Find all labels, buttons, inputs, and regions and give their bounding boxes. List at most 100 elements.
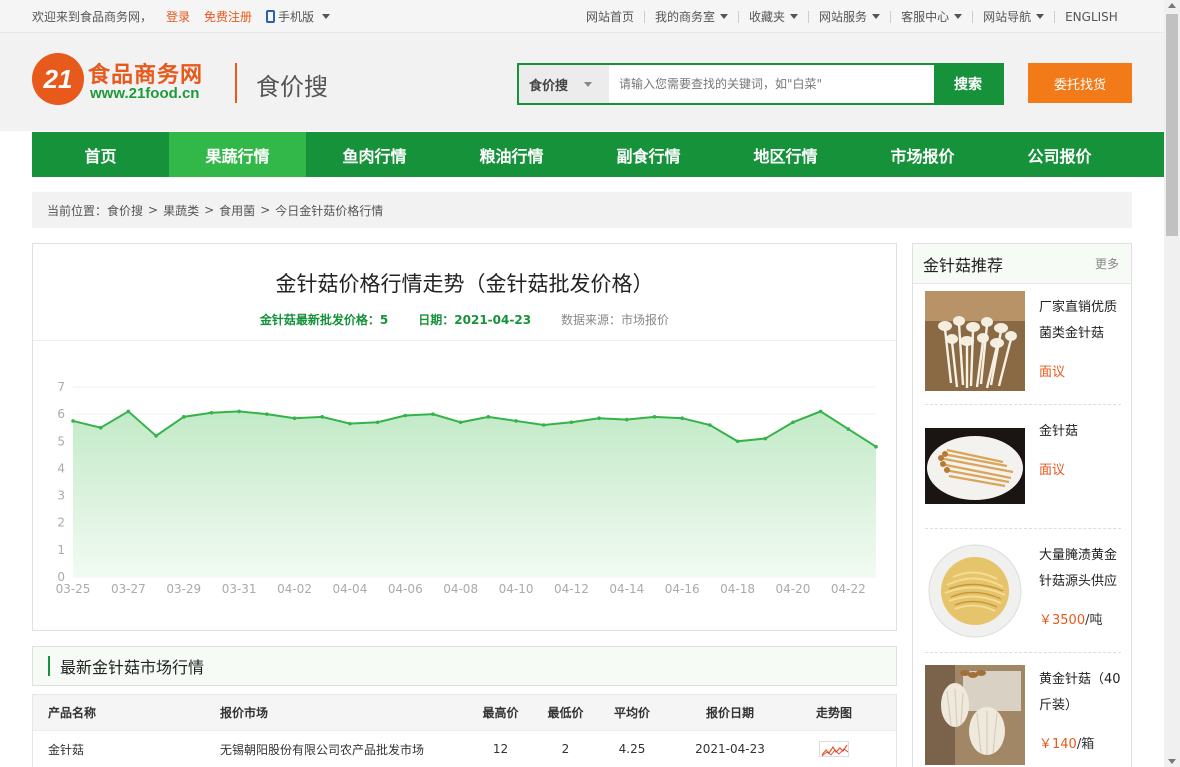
data-point[interactable]	[320, 415, 325, 419]
x-tick-label: 04-20	[775, 582, 810, 596]
table-row[interactable]: 金针菇 无锡朝阳股份有限公司农产品批发市场 12 2 4.25 2021-04-23	[33, 730, 896, 767]
product-thumbnail[interactable]	[925, 428, 1025, 504]
top-link-1[interactable]: 我的商务室	[644, 9, 738, 24]
data-point[interactable]	[181, 415, 186, 419]
nav-item-7[interactable]: 公司报价	[991, 132, 1128, 177]
y-tick-label: 5	[57, 434, 65, 448]
data-point[interactable]	[818, 409, 823, 414]
data-point[interactable]	[735, 439, 740, 444]
top-link-3[interactable]: 网站服务	[808, 10, 890, 23]
breadcrumb-item[interactable]: 果蔬类	[163, 202, 199, 219]
product-thumbnail[interactable]	[925, 291, 1025, 391]
data-point[interactable]	[403, 413, 408, 418]
column-header: 产品名称	[48, 706, 97, 720]
page-scrollbar[interactable]	[1164, 0, 1180, 767]
scroll-up-arrow-icon[interactable]	[1168, 3, 1176, 8]
breadcrumb-item[interactable]: 食价搜	[107, 202, 143, 219]
scrollbar-thumb[interactable]	[1166, 14, 1178, 236]
data-point[interactable]	[569, 420, 574, 425]
x-tick-label: 04-12	[554, 582, 589, 596]
sidebar-more-link[interactable]: 更多	[1095, 255, 1119, 272]
entrust-sourcing-button[interactable]: 委托找货	[1028, 63, 1132, 103]
x-tick-label: 04-16	[665, 582, 700, 596]
price-value: ￥140	[1039, 737, 1077, 752]
top-link-label: 我的商务室	[655, 9, 716, 24]
breadcrumb-separator: >	[148, 203, 159, 217]
top-link-5[interactable]: 网站导航	[972, 10, 1054, 23]
top-bar-links: 网站首页 我的商务室 收藏夹 网站服务 客服中心 网站导航 ENGLISH	[586, 0, 1128, 33]
product-name[interactable]: 厂家直销优质菌类金针菇	[1039, 295, 1123, 347]
column-header: 最高价	[482, 706, 519, 720]
top-link-0[interactable]: 网站首页	[586, 11, 644, 23]
recommend-item[interactable]: 大量腌渍黄金针菇源头供应 ￥3500/吨	[925, 529, 1121, 653]
search-button[interactable]: 搜索	[934, 65, 1002, 103]
x-tick-label: 03-25	[56, 582, 91, 596]
market-table: 产品名称 报价市场 最高价 最低价 平均价 报价日期 走势图 金针菇 无锡朝阳股份有限公司农产品…	[32, 694, 897, 767]
nav-item-0[interactable]: 首页	[32, 132, 169, 177]
nav-item-1[interactable]: 果蔬行情	[169, 132, 306, 177]
product-thumbnail[interactable]	[925, 541, 1025, 641]
chevron-down-icon	[584, 81, 593, 87]
register-link[interactable]: 免费注册	[204, 8, 252, 25]
search-scope-select[interactable]: 食价搜	[519, 65, 609, 103]
table-cell: 无锡朝阳股份有限公司农产品批发市场	[220, 742, 425, 757]
price-value: ￥3500	[1039, 613, 1086, 628]
data-point[interactable]	[98, 425, 103, 430]
product-name[interactable]: 大量腌渍黄金针菇源头供应	[1039, 543, 1123, 595]
data-point[interactable]	[597, 416, 601, 421]
breadcrumb-separator: >	[204, 203, 215, 217]
product-thumbnail[interactable]	[925, 665, 1025, 765]
data-point[interactable]	[624, 417, 629, 422]
data-point[interactable]	[874, 444, 878, 449]
y-tick-label: 6	[57, 407, 65, 421]
mini-trend-chart-icon[interactable]	[819, 741, 849, 757]
data-point[interactable]	[265, 412, 269, 416]
data-point[interactable]	[486, 415, 491, 419]
channel-title: 食价搜	[256, 73, 328, 101]
data-point[interactable]	[126, 409, 131, 414]
data-point[interactable]	[514, 419, 518, 423]
data-point[interactable]	[209, 410, 214, 415]
login-link[interactable]: 登录	[166, 8, 190, 25]
column-header: 走势图	[815, 706, 852, 720]
top-link-label: 收藏夹	[749, 9, 786, 24]
recommend-item[interactable]: 金针菇 面议	[925, 405, 1121, 529]
table-cell[interactable]: 金针菇	[33, 741, 220, 758]
product-name[interactable]: 黄金针菇（40斤装）	[1039, 667, 1123, 719]
top-link-label: ENGLISH	[1065, 9, 1118, 24]
data-point[interactable]	[431, 412, 435, 416]
recommend-item[interactable]: 黄金针菇（40斤装） ￥140/箱	[925, 653, 1121, 767]
nav-item-2[interactable]: 鱼肉行情	[306, 132, 443, 177]
data-point[interactable]	[348, 421, 352, 426]
data-point[interactable]	[652, 415, 657, 419]
data-point[interactable]	[680, 416, 684, 421]
data-point[interactable]	[846, 427, 851, 431]
mobile-version-link[interactable]: 手机版	[266, 8, 331, 25]
nav-item-5[interactable]: 地区行情	[717, 132, 854, 177]
nav-item-6[interactable]: 市场报价	[854, 132, 991, 177]
scroll-down-arrow-icon[interactable]	[1168, 759, 1176, 764]
breadcrumb-item[interactable]: 食用菌	[219, 202, 255, 219]
recommend-item[interactable]: 厂家直销优质菌类金针菇 面议	[925, 281, 1121, 405]
market-section-header: 最新金针菇市场行情	[32, 646, 897, 686]
product-name[interactable]: 金针菇	[1039, 419, 1123, 445]
search-input[interactable]	[609, 65, 934, 103]
nav-item-4[interactable]: 副食行情	[580, 132, 717, 177]
data-point[interactable]	[791, 420, 795, 425]
data-point[interactable]	[763, 436, 768, 441]
logo-badge[interactable]: 21	[32, 53, 84, 105]
breadcrumb-prefix: 当前位置：	[47, 203, 108, 218]
data-point[interactable]	[458, 420, 463, 425]
data-point[interactable]	[292, 416, 297, 421]
data-point[interactable]	[154, 434, 158, 438]
data-point[interactable]	[237, 409, 241, 414]
data-point[interactable]	[708, 423, 712, 427]
nav-item-3[interactable]: 粮油行情	[443, 132, 580, 177]
top-link-2[interactable]: 收藏夹	[738, 9, 808, 24]
top-link-6[interactable]: ENGLISH	[1054, 9, 1128, 24]
data-point[interactable]	[71, 419, 75, 423]
top-link-4[interactable]: 客服中心	[890, 10, 972, 23]
data-point[interactable]	[375, 420, 380, 425]
data-point[interactable]	[541, 423, 546, 427]
x-tick-label: 03-29	[166, 582, 201, 596]
